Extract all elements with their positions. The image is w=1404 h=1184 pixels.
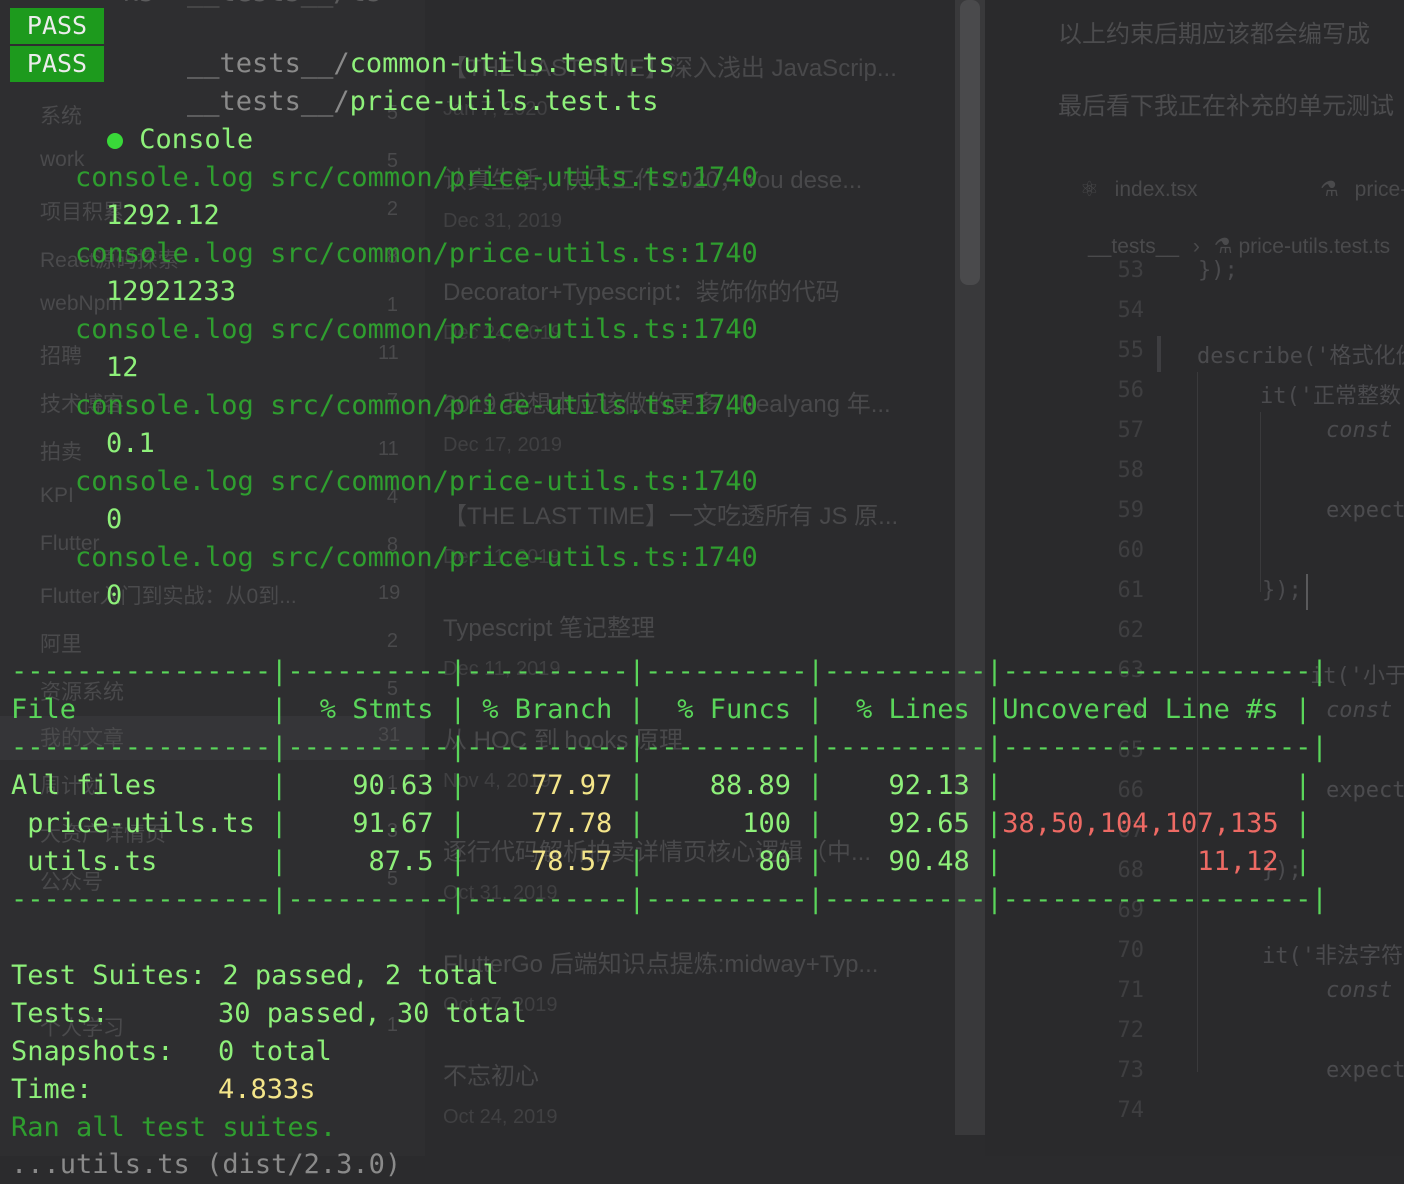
console-log-source: console.log src/common/price-utils.ts:17… [75, 238, 758, 269]
table-divider: | [1294, 846, 1312, 877]
console-log-source: console.log src/common/price-utils.ts:17… [75, 542, 758, 573]
coverage-lines: 90.48 [888, 846, 970, 877]
terminal-output: ks __tests__/ts PASS __tests__/common-ut… [0, 0, 1404, 1180]
table-divider: | [449, 808, 467, 839]
coverage-stmts: 91.67 [352, 808, 434, 839]
coverage-uncovered: 11,12 [1197, 846, 1279, 877]
coverage-funcs: 88.89 [709, 770, 791, 801]
console-log-source: console.log src/common/price-utils.ts:17… [75, 466, 758, 497]
console-log-value: 12921233 [106, 276, 237, 307]
coverage-branch: 77.97 [530, 770, 613, 801]
coverage-stmts: 90.63 [352, 770, 434, 801]
coverage-header-1: % Stmts [319, 694, 434, 725]
coverage-funcs: 100 [742, 808, 791, 839]
table-divider: | [271, 846, 288, 877]
console-log-value: 0.1 [106, 428, 155, 459]
summary-tests: Tests: 30 passed, 30 total [11, 998, 527, 1029]
coverage-header-3: % Funcs [677, 694, 791, 725]
coverage-branch: 77.78 [530, 808, 613, 839]
console-log-value: 12 [106, 352, 139, 383]
test-file: price-utils.test.ts [349, 86, 659, 117]
table-divider: | [628, 846, 645, 877]
bullet-dot-icon [107, 132, 124, 149]
table-divider: | [807, 808, 824, 839]
summary-ran-all: Ran all test suites. [11, 1112, 337, 1143]
coverage-separator: ----------------|----------|----------|-… [11, 732, 1328, 763]
table-divider: | [271, 694, 288, 725]
console-log-source: console.log src/common/price-utils.ts:17… [75, 162, 758, 193]
coverage-separator: ----------------|----------|----------|-… [11, 884, 1328, 915]
pass-badge: PASS [10, 46, 104, 82]
table-divider: | [628, 694, 645, 725]
table-divider: | [1294, 770, 1312, 801]
table-divider: | [1294, 808, 1312, 839]
coverage-stmts: 87.5 [368, 846, 434, 877]
coverage-uncovered: 38,50,104,107,135 [1002, 808, 1279, 839]
table-divider: | [449, 846, 467, 877]
summary-time: Time: 4.833s [11, 1074, 316, 1105]
coverage-header-2: % Branch [482, 694, 613, 725]
table-divider: | [628, 770, 645, 801]
coverage-separator: ----------------|----------|----------|-… [11, 656, 1328, 687]
coverage-lines: 92.65 [888, 808, 970, 839]
coverage-file: price-utils.ts [27, 808, 255, 839]
console-log-value: 0 [106, 580, 123, 611]
coverage-file: utils.ts [27, 846, 158, 877]
coverage-lines: 92.13 [888, 770, 970, 801]
table-divider: | [1294, 694, 1312, 725]
console-log-value: 0 [106, 504, 123, 535]
table-divider: | [628, 808, 645, 839]
table-divider: | [986, 770, 1003, 801]
summary-suites: Test Suites: 2 passed, 2 total [11, 960, 499, 991]
summary-snapshots: Snapshots: 0 total [11, 1036, 332, 1067]
coverage-branch: 78.57 [530, 846, 613, 877]
table-divider: | [986, 694, 1003, 725]
table-divider: | [449, 694, 467, 725]
table-divider: | [271, 808, 288, 839]
table-divider: | [807, 694, 824, 725]
table-divider: | [807, 770, 824, 801]
table-divider: | [449, 770, 467, 801]
coverage-header-4: % Lines [855, 694, 970, 725]
coverage-funcs: 80 [758, 846, 791, 877]
table-divider: | [271, 770, 288, 801]
coverage-header-0: File [11, 694, 77, 725]
coverage-file: All files [11, 770, 158, 801]
table-divider: | [986, 808, 1003, 839]
coverage-header-5: Uncovered Line #s [1002, 694, 1279, 725]
pass-badge: PASS [10, 8, 104, 44]
partial-line-bottom: ...utils.ts (dist/2.3.0) [11, 1149, 402, 1180]
console-log-source: console.log src/common/price-utils.ts:17… [75, 314, 758, 345]
console-log-value: 1292.12 [106, 200, 220, 231]
console-log-source: console.log src/common/price-utils.ts:17… [75, 390, 758, 421]
table-divider: | [986, 846, 1003, 877]
table-divider: | [807, 846, 824, 877]
